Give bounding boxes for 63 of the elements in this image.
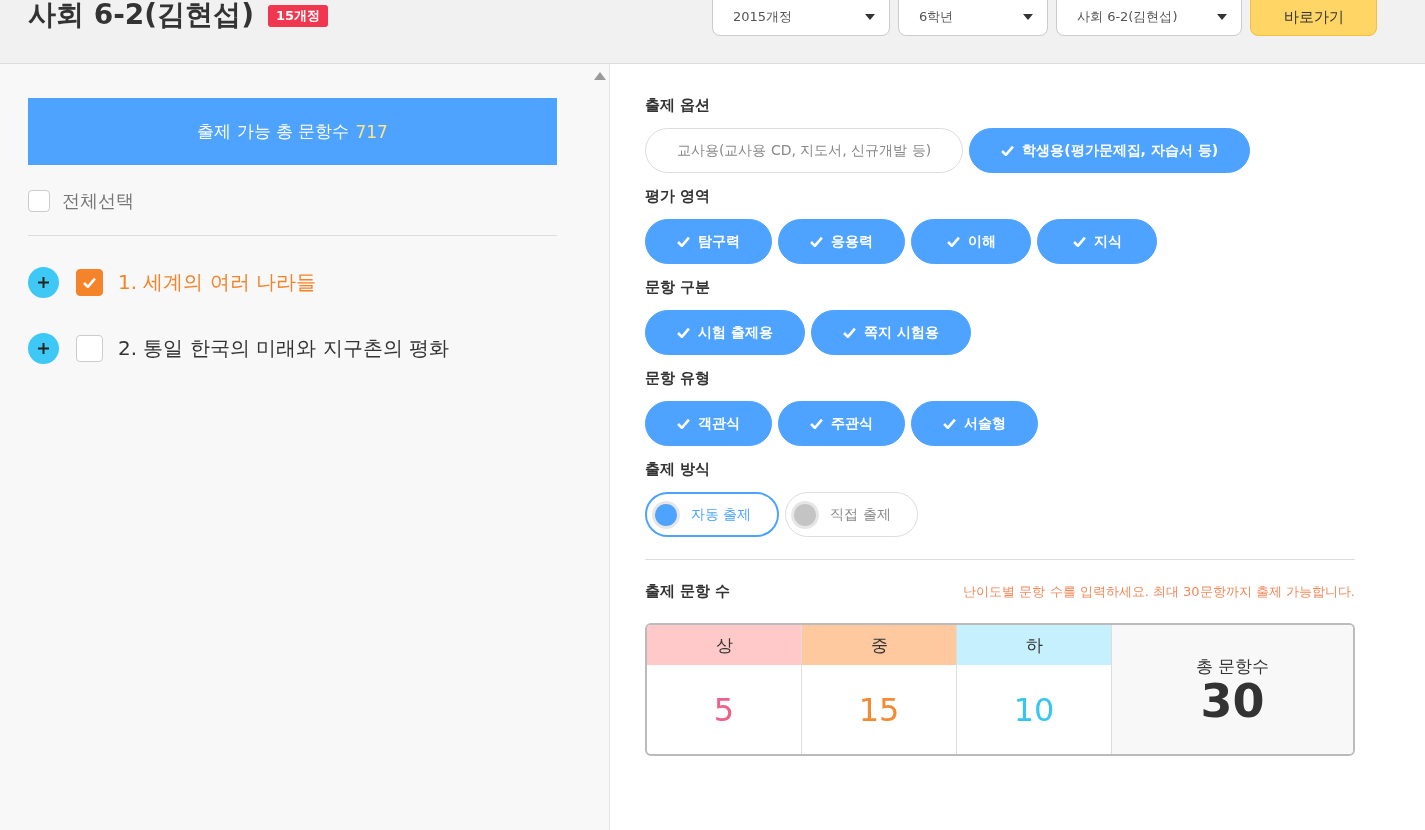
count-input[interactable]: 15 (802, 665, 956, 754)
radio-dot (655, 503, 677, 526)
total-label: 총 문항수 (1195, 655, 1270, 678)
plus-icon (38, 277, 49, 288)
hint-text: 난이도별 문항 수를 입력하세요. 최대 30문항까지 출제 가능합니다. (963, 582, 1355, 601)
caret-icon (1023, 14, 1033, 20)
curriculum-badge: 15개정 (267, 5, 329, 27)
option-chip[interactable]: 서술형 (911, 401, 1038, 446)
select-all-checkbox[interactable] (28, 190, 50, 212)
check-icon (943, 418, 956, 429)
unit-checkbox[interactable] (76, 269, 103, 296)
option-chip[interactable]: 탐구력 (645, 219, 772, 264)
go-button[interactable]: 바로가기 (1250, 0, 1377, 36)
unit-checkbox[interactable] (76, 335, 103, 362)
scroll-up-icon[interactable] (593, 72, 606, 80)
page-title: 사회 6-2(김현섭) (28, 0, 254, 33)
unit-label: 1. 세계의 여러 나라들 (118, 269, 317, 296)
section-title: 출제 옵션 (645, 96, 712, 115)
check-icon (810, 236, 823, 247)
option-chip[interactable]: 교사용(교사용 CD, 지도서, 신규개발 등) (645, 128, 964, 173)
method-radio[interactable]: 자동 출제 (645, 492, 780, 537)
unit-label: 2. 통일 한국의 미래와 지구촌의 평화 (118, 335, 449, 362)
total-value: 30 (1200, 678, 1265, 724)
count-input[interactable]: 10 (957, 665, 1111, 754)
check-icon (677, 327, 690, 338)
dropdown-select[interactable]: 사회 6-2(김현섭) (1056, 0, 1242, 36)
option-chip[interactable]: 쪽지 시험용 (810, 310, 971, 355)
option-chip[interactable]: 학생용(평가문제집, 자습서 등) (969, 128, 1251, 173)
check-icon (1072, 236, 1086, 247)
check-icon (677, 418, 690, 429)
option-chip[interactable]: 객관식 (645, 401, 772, 446)
section-title: 평가 영역 (645, 187, 712, 206)
banner-count: 717 (355, 121, 388, 142)
banner-label: 출제 가능 총 문항수 (197, 120, 350, 143)
section-title: 출제 문항 수 (645, 582, 731, 601)
check-icon (842, 327, 856, 338)
option-chip[interactable]: 시험 출제용 (645, 310, 805, 355)
difficulty-header: 하 (957, 625, 1111, 665)
check-icon (677, 236, 690, 247)
count-input[interactable]: 5 (647, 665, 801, 754)
check-icon (946, 236, 960, 247)
caret-icon (1217, 14, 1227, 20)
dropdown-select[interactable]: 6학년 (898, 0, 1048, 36)
expand-button[interactable] (28, 333, 59, 364)
dropdown-select[interactable]: 2015개정 (712, 0, 890, 36)
section-title: 문항 구분 (645, 278, 712, 297)
difficulty-header: 중 (802, 625, 956, 665)
section-title: 문항 유형 (645, 369, 712, 388)
plus-icon (38, 343, 49, 354)
option-chip[interactable]: 지식 (1037, 219, 1157, 264)
radio-dot (794, 503, 817, 526)
option-chip[interactable]: 주관식 (778, 401, 905, 446)
option-chip[interactable]: 이해 (911, 219, 1031, 264)
section-title: 출제 방식 (645, 460, 712, 479)
check-icon (810, 418, 823, 429)
difficulty-header: 상 (647, 625, 801, 665)
option-chip[interactable]: 응용력 (778, 219, 905, 264)
method-radio[interactable]: 직접 출제 (785, 492, 918, 537)
check-icon (83, 277, 96, 288)
caret-icon (865, 14, 875, 20)
check-icon (1001, 145, 1015, 156)
select-all-label: 전체선택 (62, 189, 134, 213)
expand-button[interactable] (28, 267, 59, 298)
